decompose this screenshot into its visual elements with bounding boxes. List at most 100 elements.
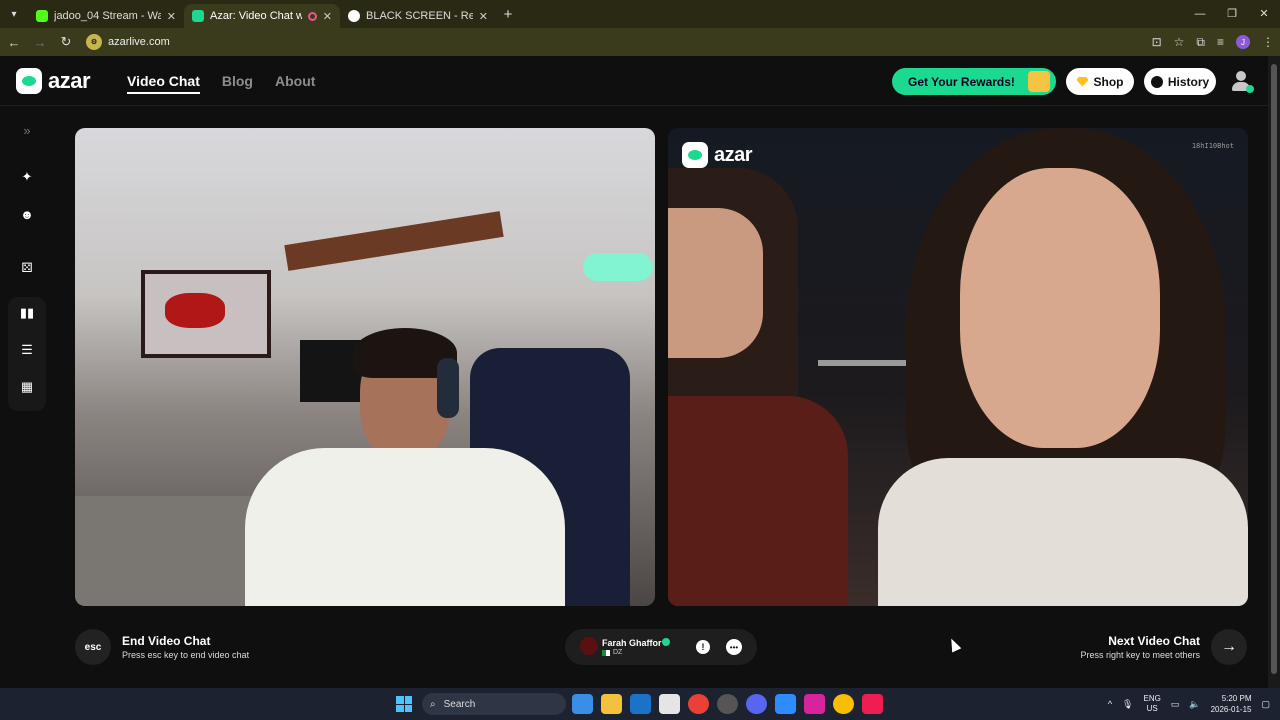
- close-icon[interactable]: ✕: [479, 10, 488, 23]
- tiktok-icon[interactable]: [862, 694, 883, 714]
- microphone-icon[interactable]: 🎙: [1122, 699, 1133, 710]
- next-arrow-button[interactable]: →: [1211, 629, 1247, 665]
- gem-icon: [1076, 76, 1089, 87]
- browser-tab[interactable]: BLACK SCREEN - Recherche Go ✕: [340, 4, 496, 28]
- chat-bubble-icon[interactable]: •••: [726, 639, 742, 655]
- report-shield-icon[interactable]: !: [696, 640, 710, 654]
- site-header: azar Video Chat Blog About Get Your Rewa…: [0, 56, 1268, 106]
- chrome-icon[interactable]: [688, 694, 709, 714]
- browser-tab[interactable]: jadoo_04 Stream - Watch Live o ✕: [28, 4, 184, 28]
- magic-wand-icon[interactable]: ✦: [14, 164, 40, 190]
- photos-app-icon[interactable]: [572, 694, 593, 714]
- rewards-button[interactable]: Get Your Rewards!: [892, 68, 1056, 95]
- tab-title: BLACK SCREEN - Recherche Go: [366, 10, 473, 22]
- discord-icon[interactable]: [746, 694, 767, 714]
- forward-button[interactable]: →: [28, 35, 52, 50]
- chevron-up-icon[interactable]: ^: [1108, 699, 1112, 709]
- browser-menu-icon[interactable]: ⋮: [1262, 35, 1274, 49]
- address-bar: ← → ↻ ⚙ azarlive.com ⊡ ☆ ⧉ ≡ J ⋮: [0, 28, 1280, 56]
- next-video-chat-title[interactable]: Next Video Chat: [1108, 634, 1200, 648]
- scrollbar-thumb[interactable]: [1271, 64, 1277, 674]
- history-label: History: [1167, 74, 1210, 89]
- chrome-active-icon[interactable]: [833, 694, 854, 714]
- online-status-dot: [1246, 85, 1254, 93]
- windows-taskbar: ⌕ Search ^ 🎙 ENG US ▭ 🔈 5:20 PM 2026-01-…: [0, 688, 1280, 720]
- windows-start-icon[interactable]: [396, 696, 412, 712]
- tab-search-button[interactable]: ▾: [0, 0, 28, 28]
- esc-button[interactable]: esc: [75, 629, 111, 665]
- recording-icon: [307, 11, 317, 21]
- user-profile-icon[interactable]: [1230, 70, 1254, 93]
- nav-video-chat[interactable]: Video Chat: [127, 73, 200, 94]
- remote-user-id: 18hI10Bhot: [1191, 142, 1234, 150]
- mouse-cursor-icon: [946, 636, 962, 653]
- person-left-face: [668, 208, 763, 358]
- local-video: [75, 128, 655, 606]
- person-left-hoodie: [668, 396, 848, 606]
- close-window-button[interactable]: ✕: [1248, 0, 1280, 28]
- page-scrollbar[interactable]: [1268, 56, 1280, 688]
- new-tab-button[interactable]: +: [496, 6, 520, 23]
- tab-title: Azar: Video Chat with New: [210, 10, 302, 22]
- obs-icon[interactable]: [717, 694, 738, 714]
- back-button[interactable]: ←: [2, 35, 26, 50]
- minimize-button[interactable]: —: [1184, 0, 1216, 28]
- next-video-chat-hint: Press right key to meet others: [1080, 650, 1200, 660]
- azar-logo-icon: [682, 142, 708, 168]
- person-shirt: [245, 448, 565, 606]
- face-filter-icon[interactable]: ☻: [14, 201, 40, 227]
- system-tray: ^ 🎙 ENG US ▭ 🔈 5:20 PM 2026-01-15 ▢: [1108, 688, 1280, 720]
- url-field[interactable]: azarlive.com: [108, 36, 170, 48]
- language-indicator[interactable]: ENG US: [1143, 694, 1160, 714]
- kick-icon: [36, 10, 48, 22]
- instagram-icon[interactable]: [804, 694, 825, 714]
- person-right-face: [960, 168, 1160, 448]
- language-code: ENG: [1143, 694, 1161, 703]
- history-button[interactable]: History: [1144, 68, 1216, 95]
- address-bar-actions: ⊡ ☆ ⧉ ≡ J ⋮: [1152, 28, 1274, 56]
- user-head: [1236, 71, 1246, 81]
- azar-logo[interactable]: azar: [16, 68, 91, 94]
- restore-button[interactable]: ❐: [1216, 0, 1248, 28]
- clock-date: 2026-01-15: [1210, 705, 1252, 714]
- store-icon[interactable]: [659, 694, 680, 714]
- nav-about[interactable]: About: [275, 73, 315, 94]
- bookmark-star-icon[interactable]: ☆: [1174, 35, 1185, 49]
- shop-button[interactable]: Shop: [1066, 68, 1134, 95]
- zoom-icon[interactable]: [775, 694, 796, 714]
- layout-grid-icon[interactable]: ▦: [14, 374, 40, 400]
- close-icon[interactable]: ✕: [167, 10, 176, 23]
- reading-list-icon[interactable]: ≡: [1217, 35, 1224, 49]
- window-controls: — ❐ ✕: [1184, 0, 1280, 28]
- close-icon[interactable]: ✕: [323, 10, 332, 23]
- display-icon[interactable]: ▭: [1171, 699, 1180, 710]
- country-code: DZ: [613, 649, 623, 656]
- expand-sidebar-icon[interactable]: »: [14, 117, 40, 143]
- layout-side-by-side-icon[interactable]: ▮▮: [14, 300, 40, 326]
- partner-avatar[interactable]: [580, 637, 598, 655]
- install-app-icon[interactable]: ⊡: [1152, 35, 1162, 49]
- extensions-icon[interactable]: ⧉: [1196, 35, 1205, 50]
- dice-icon[interactable]: ⚄: [14, 255, 40, 281]
- taskbar-search[interactable]: ⌕ Search: [422, 693, 566, 715]
- outlook-icon[interactable]: [630, 694, 651, 714]
- volume-icon[interactable]: 🔈: [1189, 699, 1200, 710]
- site-info-icon[interactable]: ⚙: [86, 34, 102, 50]
- taskbar-clock[interactable]: 5:20 PM 2026-01-15: [1211, 693, 1252, 715]
- watermark-text: azar: [714, 143, 753, 166]
- file-explorer-icon[interactable]: [601, 694, 622, 714]
- browser-tab-active[interactable]: Azar: Video Chat with New ✕: [184, 4, 340, 28]
- verified-badge-icon: [662, 638, 670, 646]
- notifications-icon[interactable]: ▢: [1261, 699, 1270, 710]
- shop-label: Shop: [1093, 74, 1124, 89]
- clock-icon: [1150, 75, 1163, 88]
- tab-title: jadoo_04 Stream - Watch Live o: [54, 10, 161, 22]
- headphones: [437, 358, 459, 418]
- azar-logo-icon: [16, 68, 42, 94]
- nav-blog[interactable]: Blog: [222, 73, 253, 94]
- partner-name: Farah Ghaffor: [602, 638, 662, 648]
- reload-button[interactable]: ↻: [54, 34, 78, 50]
- profile-avatar[interactable]: J: [1236, 35, 1250, 49]
- layout-stacked-icon[interactable]: ☰: [14, 337, 40, 363]
- end-video-chat-title[interactable]: End Video Chat: [122, 634, 210, 648]
